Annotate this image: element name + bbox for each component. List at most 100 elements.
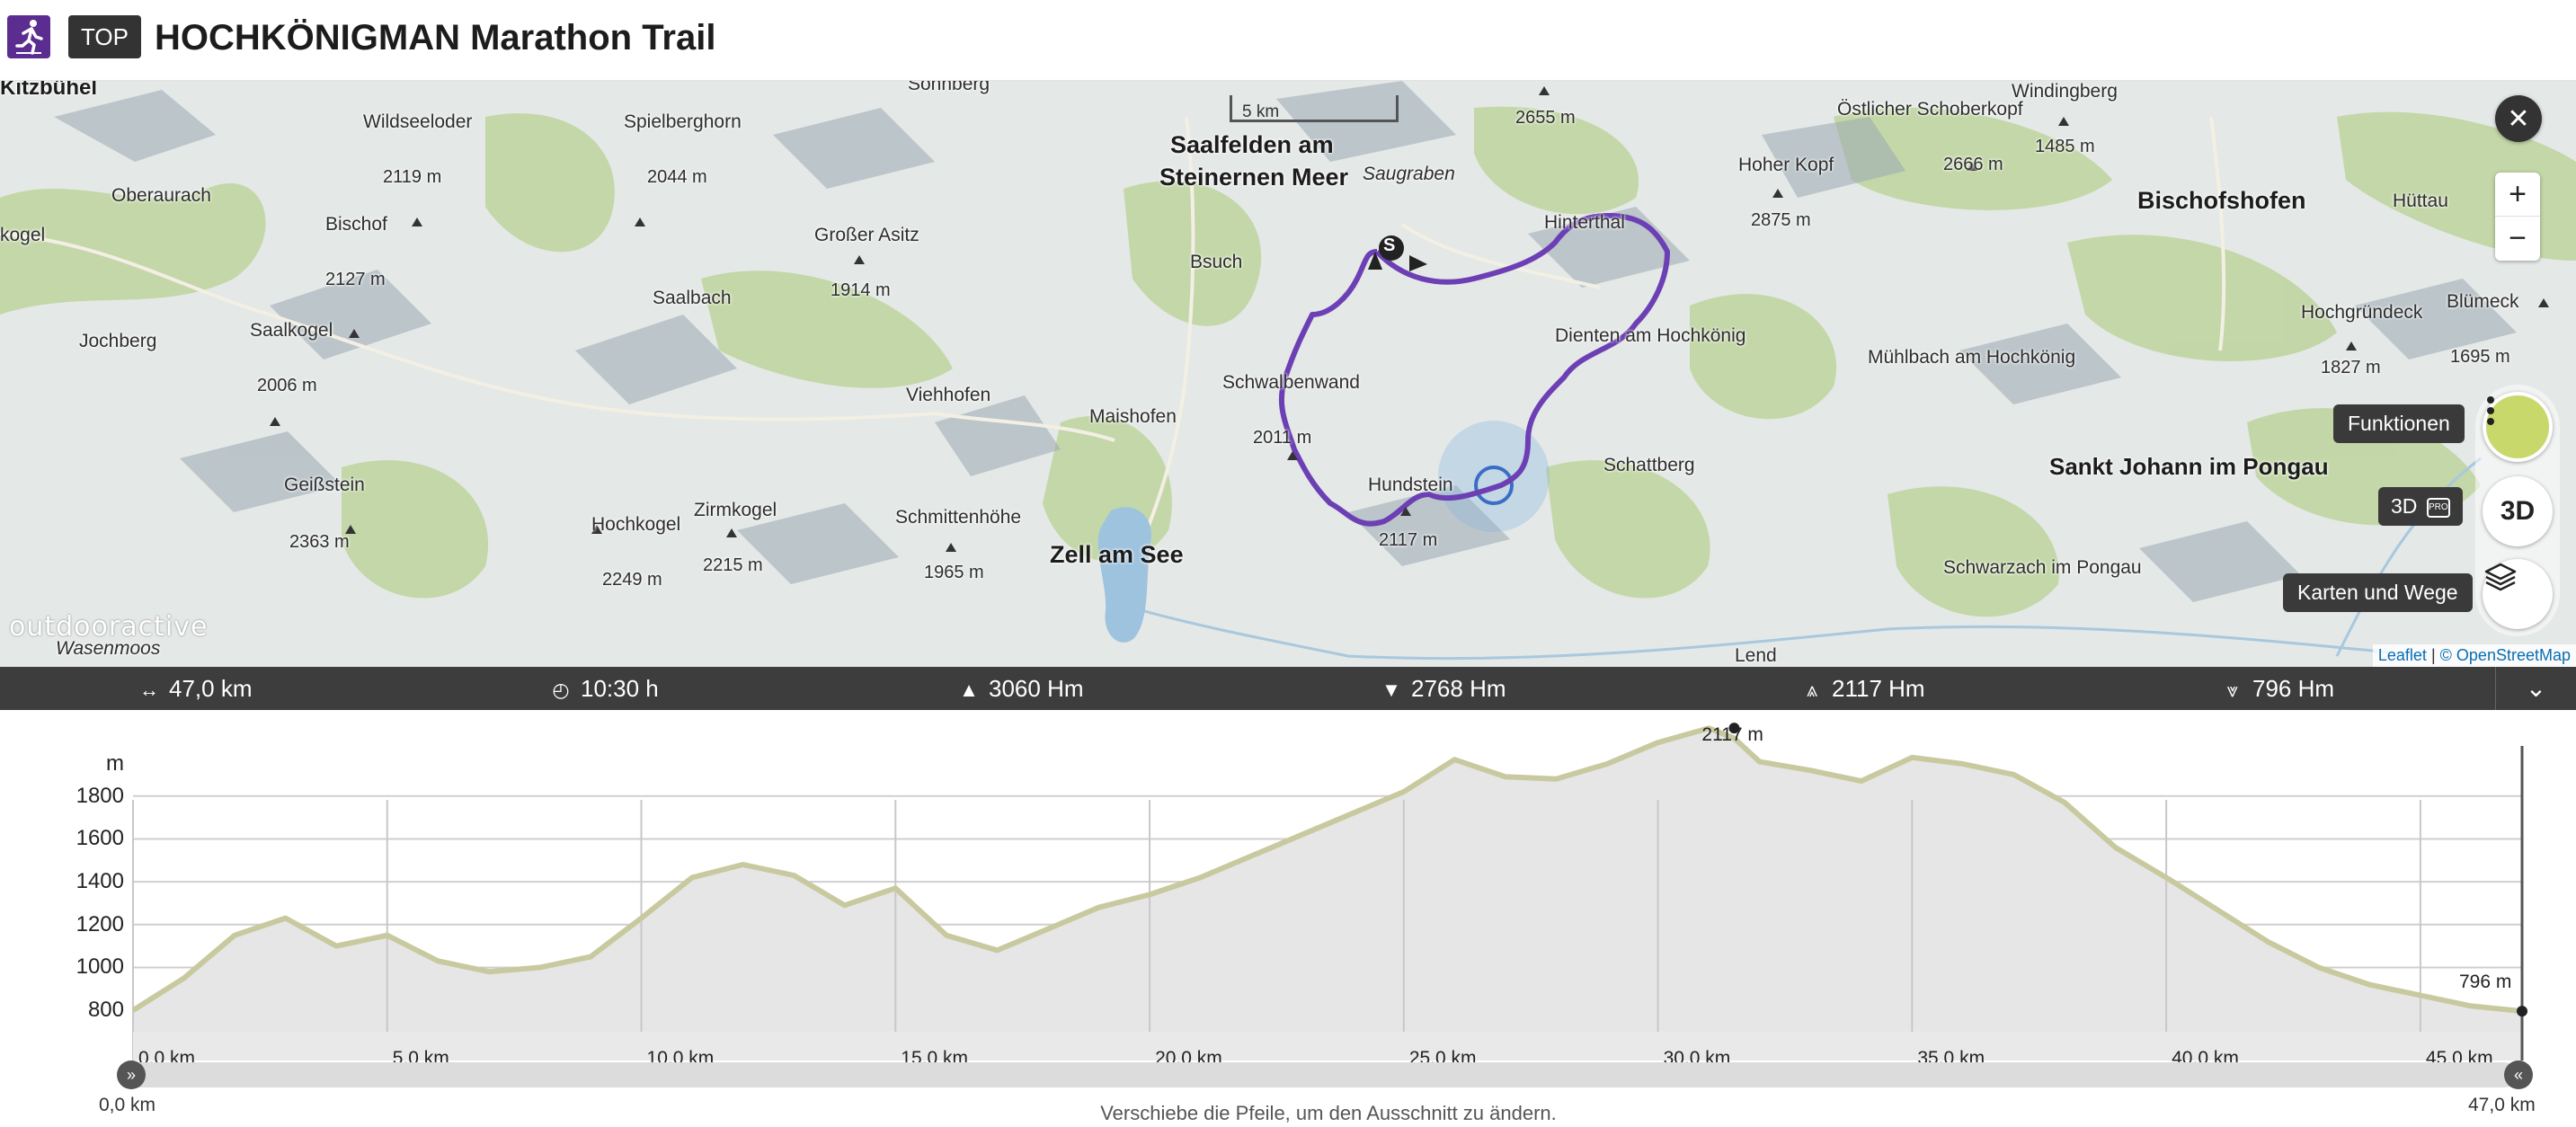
map-label-bischof-height: 2127 m [325,270,386,289]
more-vertical-icon [2487,396,2494,425]
threed-tooltip: 3D PRO [2378,487,2463,526]
map-view[interactable]: S 5 km Kitzbühel Sonnberg Wildseeloder 2… [0,81,2576,667]
start-marker[interactable]: S [1383,235,1395,256]
close-map-button[interactable]: ✕ [2495,95,2542,142]
elevation-point-label: 2117 m [1701,724,1763,745]
layers-icon [2484,563,2517,591]
zoom-out-button[interactable]: − [2495,217,2540,261]
map-label-sonnberg: Sonnberg [908,81,990,94]
elevation-profile[interactable]: 1800 1600 1400 1200 1000 800 m 0,0 km 5,0 km 10,… [0,710,2576,1127]
map-label-sankt-johann: Sankt Johann im Pongau [2049,453,2329,480]
stat-highest-point: ⩓ 2117 Hm [1799,667,1925,710]
scale-label: 5 km [1242,102,1280,121]
y-tick-label: 800 [87,998,124,1023]
map-label-lend: Lend [1735,645,1777,666]
stat-descent-value: 2768 Hm [1411,675,1506,702]
clock-icon: ◴ [552,679,570,701]
descent-icon: ▼ [1381,679,1401,701]
page-title: HOCHKÖNIGMAN Marathon Trail [155,18,716,58]
collapse-button[interactable]: ⌄ [2495,667,2576,710]
map-label-geissstein-height: 2363 m [289,532,350,552]
zoom-in-button[interactable]: + [2495,173,2540,217]
map-label-windingberg-height: 1485 m [2035,137,2095,156]
zoom-control: + − [2495,173,2540,261]
map-label-windingberg: Windingberg [2012,81,2118,102]
stat-highest-value: 2117 Hm [1832,675,1925,702]
map-label-schoberkopf-height: 2666 m [1943,155,2003,174]
close-icon: ✕ [2507,103,2530,134]
map-label-schwalbenwand: Schwalbenwand [1222,372,1360,393]
map-label-zell-am-see: Zell am See [1050,541,1184,568]
map-label-hochgruendeck: Hochgründeck [2301,302,2423,323]
y-tick-label: 1800 [76,783,124,808]
map-label-hochkogel: Hochkogel [591,514,681,535]
map-label-muehlbach: Mühlbach am Hochkönig [1868,347,2076,368]
stat-lowest-point: ⩔ 796 Hm [2220,667,2334,710]
map-label-peak-2655: 2655 m [1515,108,1576,128]
highest-point-icon: ⩓ [1806,679,1818,701]
ascent-icon: ▲ [959,679,979,701]
osm-link[interactable]: © OpenStreetMap [2440,646,2571,664]
map-label-oberaurach: Oberaurach [111,185,211,206]
map-label-dienten: Dienten am Hochkönig [1555,325,1746,346]
stat-ascent: ▲ 3060 Hm [956,667,1084,710]
map-label-zirmkogel: Zirmkogel [694,500,777,520]
map-label-hoher-kopf: Hoher Kopf [1738,155,1834,175]
y-tick-label: 1600 [76,826,124,851]
stat-duration: ◴ 10:30 h [548,667,658,710]
map-attribution: Leaflet | © OpenStreetMap [2372,644,2576,667]
map-label-schoberkopf: Östlicher Schoberkopf [1837,99,2023,120]
map-label-hundstein: Hundstein [1368,475,1453,495]
map-layers-button[interactable] [2483,559,2553,629]
map-label-viehhofen: Viehhofen [906,385,991,405]
attribution-separator: | [2430,646,2436,664]
stat-distance: ↔ 47,0 km [137,667,253,710]
threed-tooltip-label: 3D [2391,494,2418,518]
map-label-grosser-asitz: Großer Asitz [814,225,919,245]
map-label-saalkogel-height: 2006 m [257,376,317,395]
map-label-maishofen: Maishofen [1089,406,1177,427]
map-label-saalkogel: Saalkogel [250,320,333,341]
map-label-kogel: kogel [0,225,46,245]
map-label-kitzbuehel: Kitzbühel [0,81,97,100]
range-end-handle[interactable]: « [2504,1060,2533,1089]
map-label-schwalbenwand-height: 2011 m [1253,428,1312,448]
map-label-geissstein: Geißstein [284,475,365,495]
map-label-hinterthal: Hinterthal [1544,212,1625,233]
map-label-saugraben: Saugraben [1363,164,1455,184]
double-chevron-right-icon: » [126,1066,136,1084]
map-label-steinernen-meer: Steinernen Meer [1159,164,1349,191]
distance-icon: ↔ [139,679,159,701]
y-tick-label: 1000 [76,954,124,980]
map-label-wasenmoos: Wasenmoos [56,638,161,659]
elevation-point-label: 796 m [2459,972,2512,993]
elevation-chart [131,723,2527,1060]
map-label-spielberghorn: Spielberghorn [624,111,742,132]
map-label-wildseeloder: Wildseeloder [363,111,473,132]
map-label-bluemeck-height: 1695 m [2450,347,2510,367]
range-start-handle[interactable]: » [117,1060,146,1089]
map-label-hundstein-height: 2117 m [1379,530,1438,550]
map-label-wildseeloder-height: 2119 m [383,167,442,187]
leaflet-link[interactable]: Leaflet [2378,646,2427,664]
y-axis-unit: m [106,750,124,776]
map-label-hoher-kopf-height: 2875 m [1751,210,1811,230]
chevron-down-icon: ⌄ [2525,674,2547,702]
stat-ascent-value: 3060 Hm [989,675,1084,702]
running-person-icon [7,15,50,58]
header: TOP HOCHKÖNIGMAN Marathon Trail [0,0,2576,81]
lowest-point-icon: ⩔ [2226,679,2239,701]
pro-badge-icon: PRO [2426,497,2450,518]
map-label-schmittenhoehe-height: 1965 m [924,563,984,582]
map-label-spielberghorn-height: 2044 m [647,167,707,187]
map-label-schwarzach: Schwarzach im Pongau [1943,557,2142,578]
map-label-huettau: Hüttau [2393,191,2448,211]
layers-tooltip: Karten und Wege [2283,573,2473,612]
y-tick-label: 1400 [76,869,124,894]
threed-button[interactable]: 3D [2483,476,2553,546]
map-label-saalbach: Saalbach [653,288,732,308]
functions-button[interactable] [2483,392,2553,462]
map-label-saalfelden: Saalfelden am [1170,131,1334,158]
range-slider-track[interactable] [126,1062,2517,1087]
map-label-bischof: Bischof [325,214,387,235]
